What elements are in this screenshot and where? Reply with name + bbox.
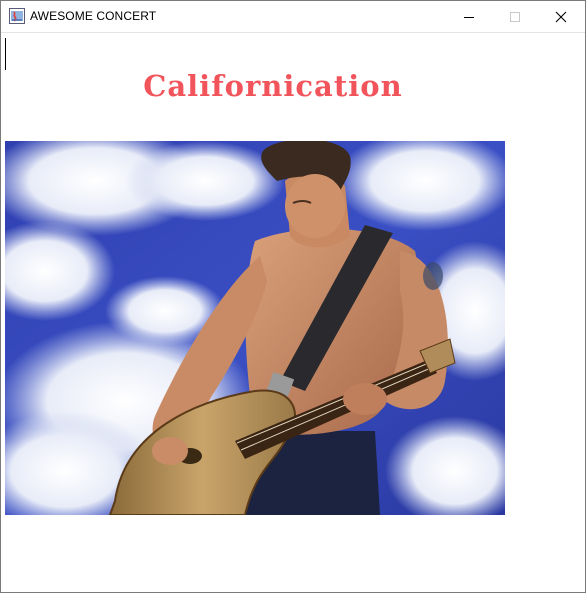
text-caret[interactable] [5, 38, 6, 70]
content-area: Californication [1, 33, 585, 592]
maximize-icon [510, 11, 520, 22]
app-window: AWESOME CONCERT Californication [0, 0, 586, 593]
song-title-heading: Californication [143, 69, 403, 103]
concert-photo [5, 141, 505, 515]
minimize-button[interactable] [446, 1, 492, 32]
window-title: AWESOME CONCERT [30, 9, 157, 23]
close-button[interactable] [538, 1, 584, 32]
close-icon [555, 11, 567, 22]
maximize-button[interactable] [492, 1, 538, 32]
minimize-icon [464, 16, 474, 18]
title-bar[interactable]: AWESOME CONCERT [1, 1, 585, 33]
java-window-icon [9, 8, 25, 24]
